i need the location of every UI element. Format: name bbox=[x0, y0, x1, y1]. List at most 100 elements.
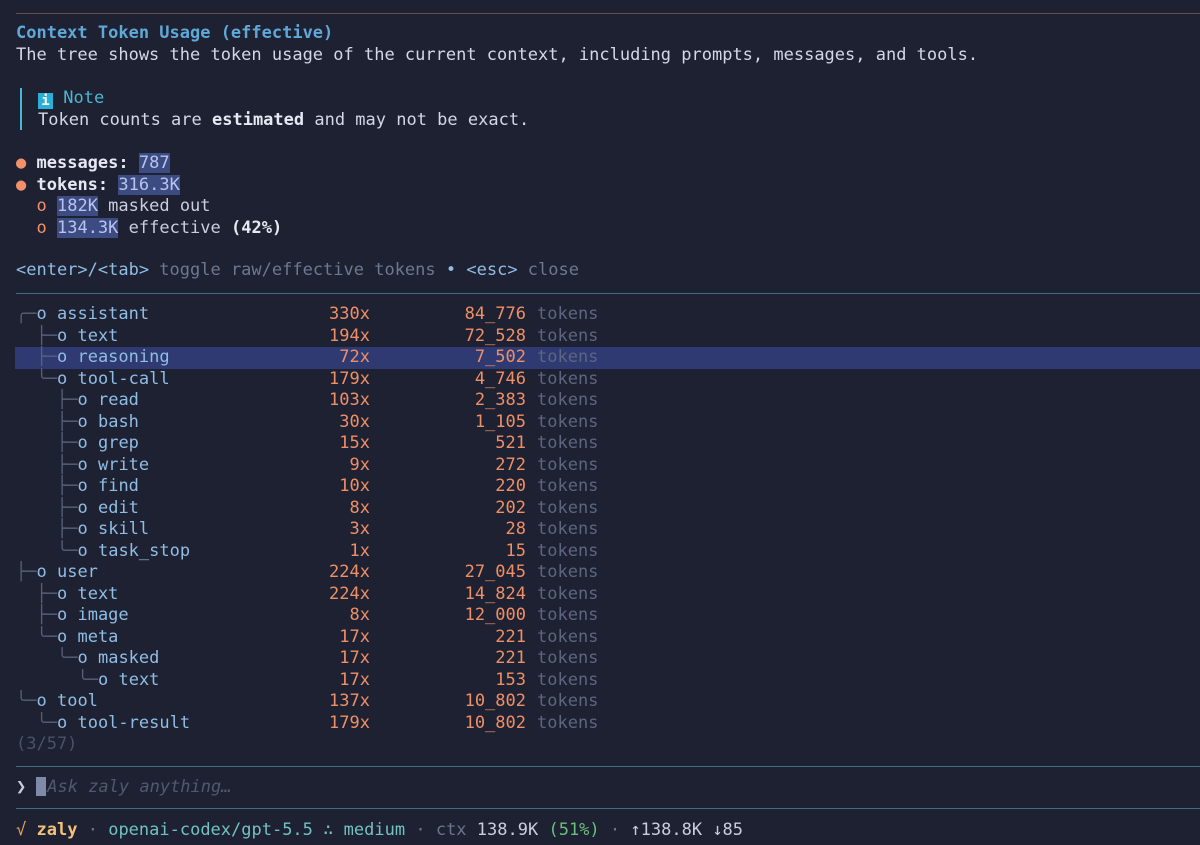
tree-node: ╰─o meta bbox=[37, 627, 119, 649]
tree-node: ├─o read bbox=[57, 390, 139, 412]
tree-row-unit: tokens bbox=[537, 648, 599, 668]
tree-node-icon: o bbox=[56, 347, 78, 367]
tree-row-tokens: 2_383 bbox=[474, 390, 526, 410]
status-separator: · bbox=[609, 820, 621, 840]
status-effort[interactable]: medium bbox=[344, 820, 405, 840]
status-ctx-percent: (51%) bbox=[548, 820, 600, 840]
note-text-bold: estimated bbox=[212, 110, 305, 130]
messages-value: 787 bbox=[138, 153, 170, 173]
tree-node: ╰─o tool-result bbox=[37, 713, 191, 735]
tree-node-label: user bbox=[56, 562, 98, 582]
tree-row[interactable]: ├─o reasoning 72x 7_502 tokens bbox=[0, 347, 1200, 369]
tree-connector: ├─ bbox=[57, 433, 78, 453]
hint-text-toggle: toggle raw/effective tokens bbox=[149, 260, 446, 280]
tree-row-count: 179x bbox=[329, 368, 370, 389]
tree-row-tokens: 15 bbox=[505, 540, 526, 561]
note-text-after: and may not be exact. bbox=[304, 110, 530, 130]
hint-key-close: <esc> bbox=[466, 260, 518, 280]
tree-row[interactable]: ╰─o meta 17x 221 tokens bbox=[0, 627, 1200, 649]
tree-connector: ╰─ bbox=[36, 626, 57, 647]
prompt-divider-top bbox=[16, 766, 1200, 767]
tree-node: ├─o user bbox=[16, 562, 98, 584]
tree-row[interactable]: ╰─o tool 137x 10_802 tokens bbox=[0, 691, 1200, 713]
bullet-icon: ● bbox=[16, 175, 27, 195]
prompt-line[interactable]: ❯ Ask zaly anything… bbox=[16, 777, 231, 799]
tree-row-count: 8x bbox=[349, 497, 370, 518]
bullet-icon: ● bbox=[16, 153, 27, 173]
tree-node-label: task_stop bbox=[97, 540, 191, 561]
tree-node: ├─o text bbox=[37, 584, 119, 606]
tree-row-unit: tokens bbox=[537, 497, 599, 518]
tree-row[interactable]: ╰─o text 17x 153 tokens bbox=[0, 670, 1200, 692]
tree-row-tokens: 153 bbox=[495, 669, 526, 690]
tree-row-unit: tokens bbox=[537, 476, 599, 496]
tree-row[interactable]: ├─o skill 3x 28 tokens bbox=[0, 519, 1200, 541]
tree-row-count: 330x bbox=[329, 304, 370, 324]
tree-node-icon: o bbox=[77, 648, 98, 668]
tree-row-unit: tokens bbox=[537, 325, 599, 346]
effective-value: 134.3K bbox=[56, 218, 119, 238]
tree-node-icon: o bbox=[97, 669, 119, 690]
tree-row-count: 1x bbox=[349, 540, 370, 561]
tree-row[interactable]: ╭─o assistant 330x 84_776 tokens bbox=[0, 304, 1200, 326]
tree-node-icon: o bbox=[77, 433, 98, 453]
status-ctx-label: ctx bbox=[435, 820, 467, 840]
tree-node-icon: o bbox=[56, 712, 78, 733]
tree-node-label: assistant bbox=[56, 304, 150, 324]
tree-row-tokens: 14_824 bbox=[464, 583, 526, 604]
tree-node-label: meta bbox=[77, 626, 119, 647]
status-tokens-down: ↓85 bbox=[712, 820, 744, 840]
summary-masked: o 182K masked out bbox=[16, 196, 211, 218]
tree-row[interactable]: ╰─o tool-result 179x 10_802 tokens bbox=[0, 713, 1200, 735]
tree-node-label: tool-call bbox=[77, 368, 170, 389]
tree-node-icon: o bbox=[56, 583, 78, 604]
tree-row-tokens: 521 bbox=[495, 433, 526, 453]
tree-node-icon: o bbox=[56, 368, 78, 389]
tree-connector: ╰─ bbox=[36, 368, 57, 389]
tree-row-tokens: 10_802 bbox=[464, 712, 526, 733]
prompt-chevron-icon: ❯ bbox=[16, 777, 27, 797]
tree-node: ├─o text bbox=[37, 326, 119, 348]
top-divider bbox=[16, 13, 1200, 14]
tree-row[interactable]: ├─o user 224x 27_045 tokens bbox=[0, 562, 1200, 584]
tree-row-count: 8x bbox=[349, 605, 370, 625]
tree-node: ├─o skill bbox=[57, 519, 149, 541]
hint-text-close: close bbox=[517, 260, 579, 280]
tree-row[interactable]: ├─o bash 30x 1_105 tokens bbox=[0, 412, 1200, 434]
tree-row[interactable]: ╰─o task_stop 1x 15 tokens bbox=[0, 541, 1200, 563]
tree-row-unit: tokens bbox=[537, 433, 599, 453]
tree-row-tokens: 4_746 bbox=[474, 368, 526, 389]
tree-row[interactable]: ├─o grep 15x 521 tokens bbox=[0, 433, 1200, 455]
tree-row[interactable]: ├─o write 9x 272 tokens bbox=[0, 455, 1200, 477]
tree-node-icon: o bbox=[77, 540, 98, 561]
tree-node-label: write bbox=[97, 454, 150, 475]
tree-connector: ╰─ bbox=[36, 712, 57, 733]
tree-node-label: text bbox=[77, 583, 119, 604]
tree-node-label: text bbox=[77, 325, 119, 346]
tree-row[interactable]: ├─o text 224x 14_824 tokens bbox=[0, 584, 1200, 606]
tree-row-count: 15x bbox=[339, 433, 370, 453]
tree-node: ├─o write bbox=[57, 455, 149, 477]
tree-node-icon: o bbox=[56, 325, 78, 346]
tree-row-unit: tokens bbox=[537, 626, 599, 647]
tree-row-unit: tokens bbox=[537, 605, 599, 625]
tree-row[interactable]: ├─o find 10x 220 tokens bbox=[0, 476, 1200, 498]
tree-node-label: tool bbox=[56, 691, 98, 711]
tree-node: ├─o image bbox=[37, 605, 129, 627]
tree-row[interactable]: ├─o text 194x 72_528 tokens bbox=[0, 326, 1200, 348]
status-model[interactable]: openai-codex/gpt-5.5 bbox=[108, 820, 313, 840]
tree-node: ├─o bash bbox=[57, 412, 139, 434]
tree-row[interactable]: ├─o edit 8x 202 tokens bbox=[0, 498, 1200, 520]
tree-row-unit: tokens bbox=[537, 347, 599, 367]
tree-row[interactable]: ├─o read 103x 2_383 tokens bbox=[0, 390, 1200, 412]
tree-row[interactable]: ╰─o tool-call 179x 4_746 tokens bbox=[0, 369, 1200, 391]
tree-row[interactable]: ├─o image 8x 12_000 tokens bbox=[0, 605, 1200, 627]
tree-row[interactable]: ╰─o masked 17x 221 tokens bbox=[0, 648, 1200, 670]
tree-connector: ├─ bbox=[57, 390, 78, 410]
tree-node-icon: o bbox=[77, 454, 98, 475]
prompt-input[interactable]: Ask zaly anything… bbox=[47, 777, 231, 797]
tree-node: ╰─o masked bbox=[57, 648, 159, 670]
tree-connector: ├─ bbox=[57, 476, 78, 496]
masked-label: masked out bbox=[97, 196, 211, 216]
tree-row-unit: tokens bbox=[537, 368, 599, 389]
